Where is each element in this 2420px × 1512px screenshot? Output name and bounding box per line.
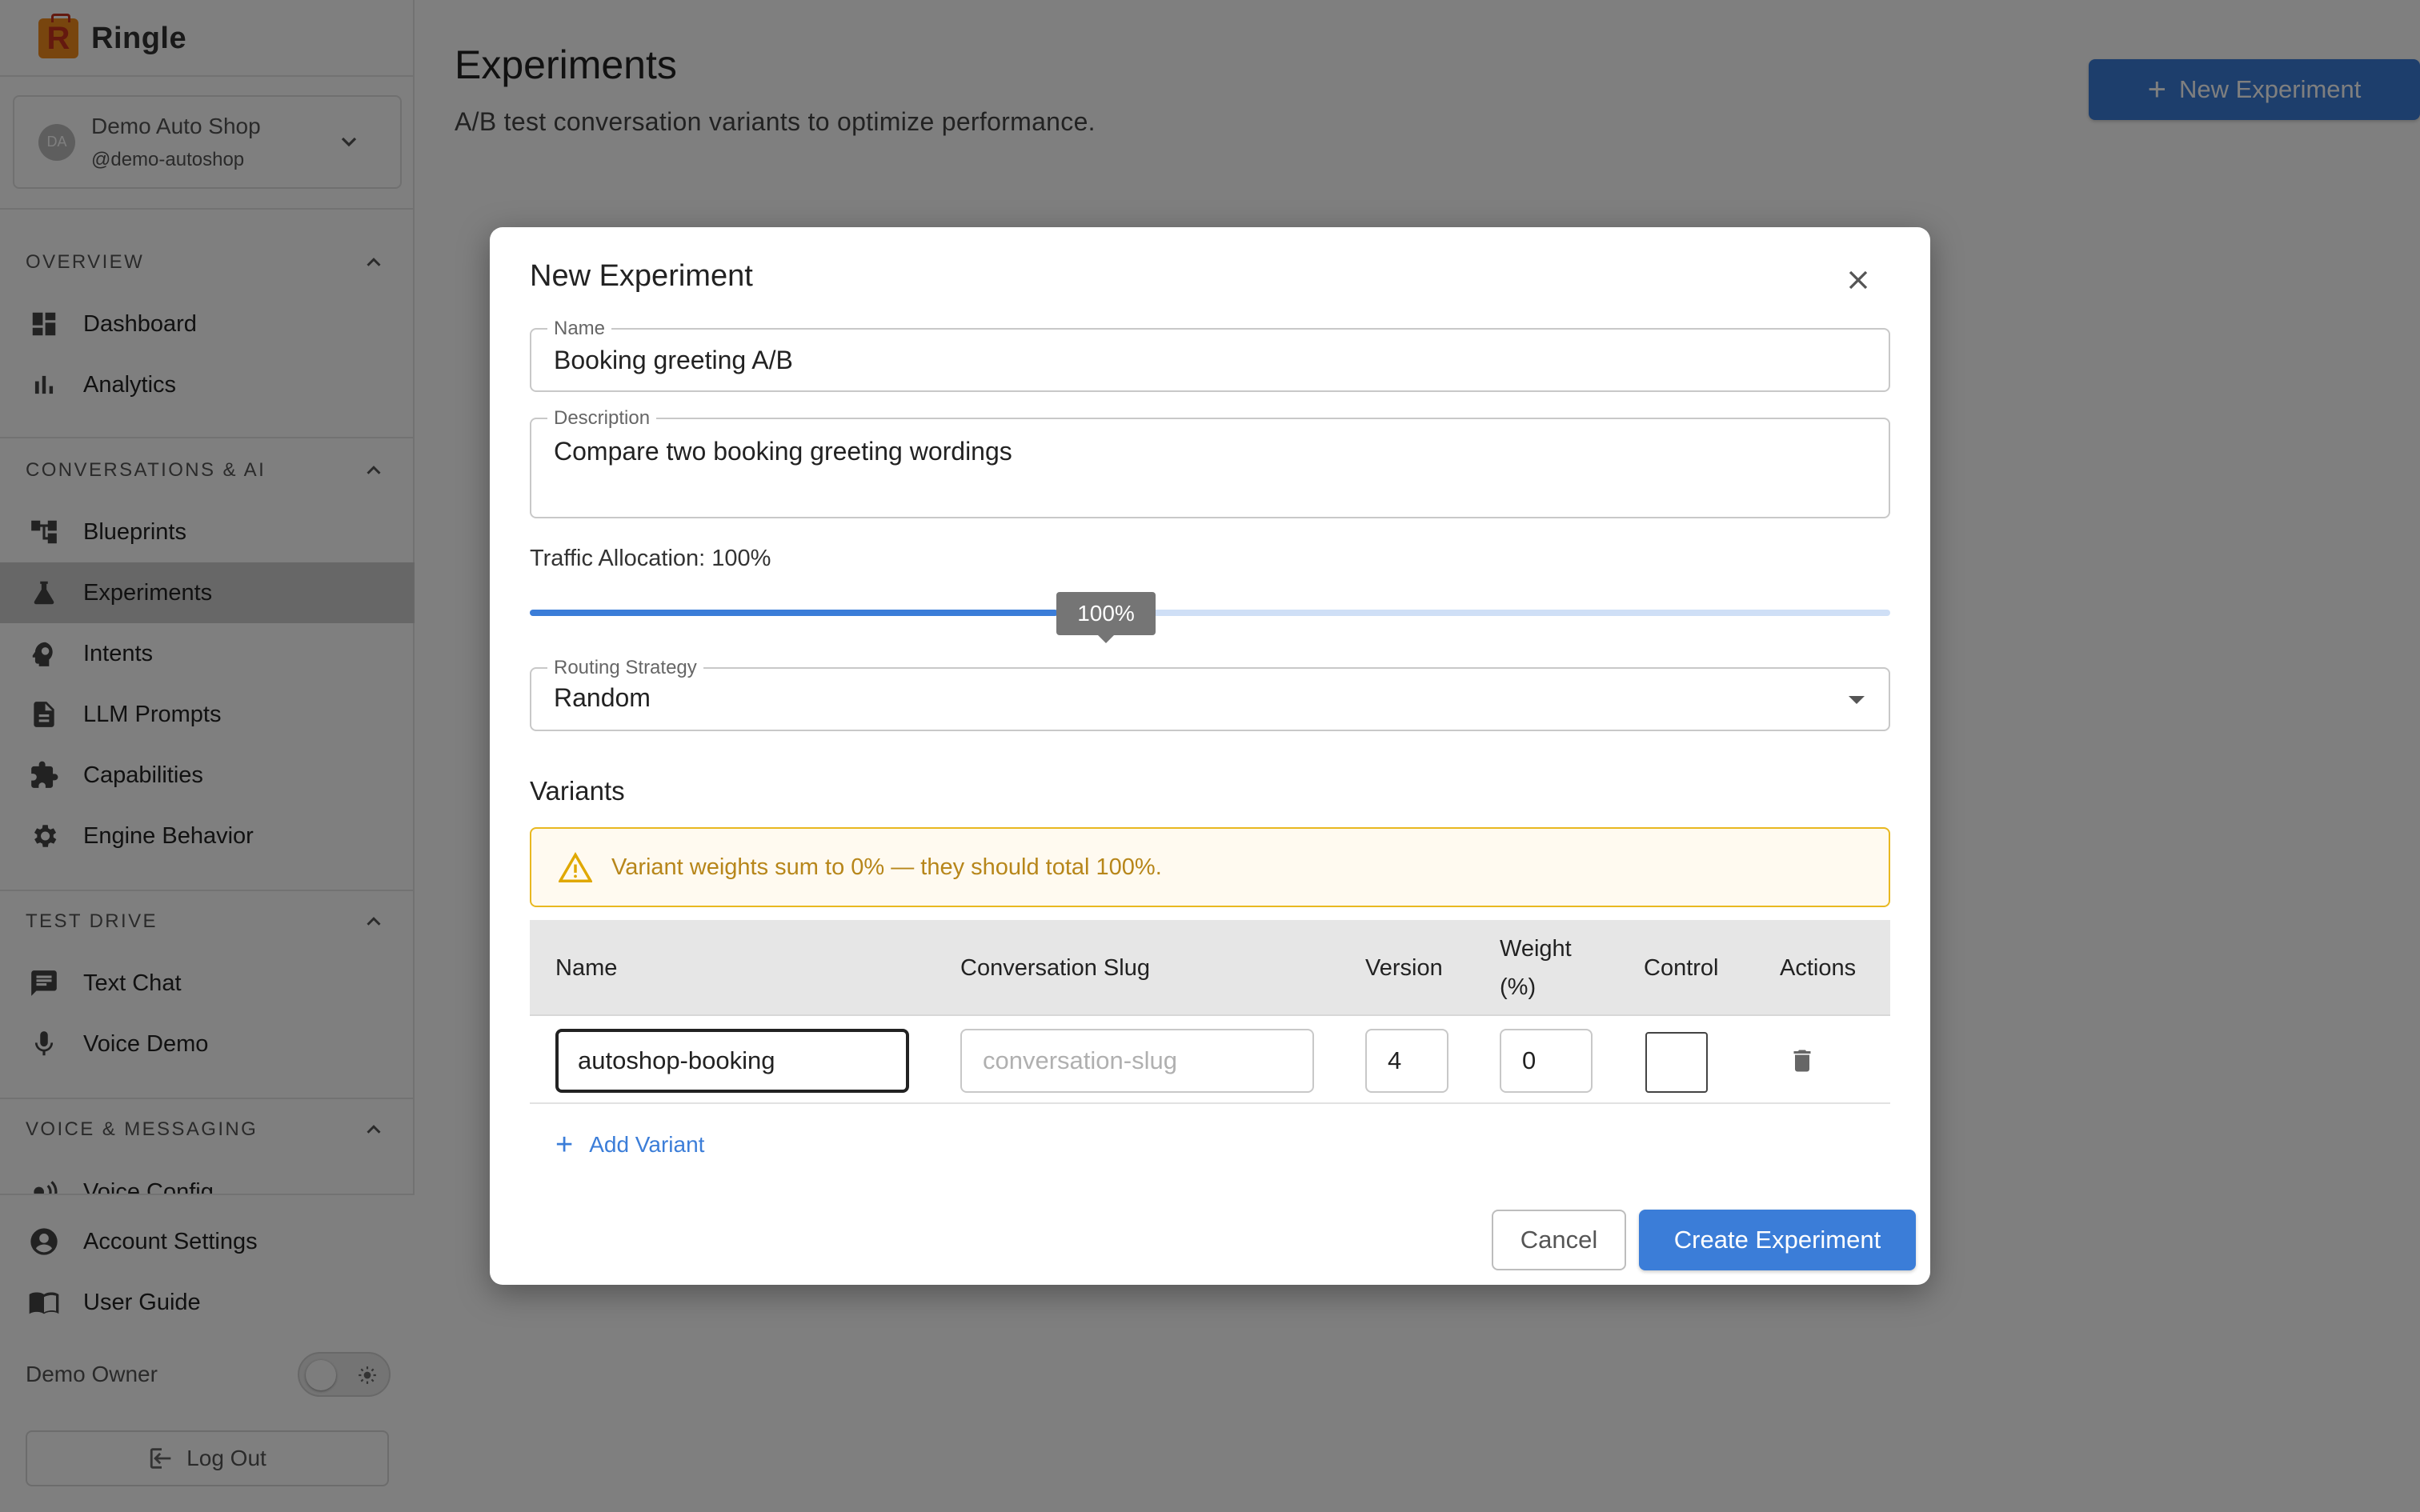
description-field[interactable]: Description Compare two booking greeting… bbox=[530, 408, 1890, 518]
column-header-slug: Conversation Slug bbox=[960, 955, 1150, 981]
version-input[interactable]: 4 bbox=[1365, 1029, 1448, 1093]
dropdown-arrow-icon bbox=[1849, 696, 1865, 704]
column-header-actions: Actions bbox=[1780, 955, 1857, 981]
add-variant-button[interactable]: + Add Variant bbox=[555, 1130, 704, 1160]
description-input[interactable]: Compare two booking greeting wordings bbox=[554, 437, 1012, 466]
traffic-allocation-label: Traffic Allocation: 100% bbox=[530, 546, 771, 571]
column-header-version: Version bbox=[1365, 955, 1443, 981]
variants-title: Variants bbox=[530, 776, 625, 806]
traffic-slider-tooltip: 100% bbox=[1056, 592, 1156, 643]
routing-strategy-label: Routing Strategy bbox=[547, 658, 703, 678]
dialog-title: New Experiment bbox=[530, 259, 753, 293]
create-experiment-button[interactable]: Create Experiment bbox=[1639, 1210, 1916, 1270]
table-header: Name Conversation Slug Version Weight (%… bbox=[530, 920, 1890, 1016]
description-field-label: Description bbox=[547, 408, 657, 429]
plus-icon: + bbox=[555, 1128, 574, 1162]
traffic-slider-fill bbox=[530, 610, 1058, 616]
table-row: autoshop-booking conversation-slug 4 0 bbox=[530, 1018, 1890, 1104]
column-header-control: Control bbox=[1644, 955, 1719, 981]
name-input[interactable]: Booking greeting A/B bbox=[554, 346, 793, 375]
traffic-slider[interactable] bbox=[530, 610, 1890, 616]
column-header-name: Name bbox=[555, 955, 618, 981]
variant-name-input[interactable]: autoshop-booking bbox=[555, 1029, 909, 1093]
cancel-button[interactable]: Cancel bbox=[1492, 1210, 1626, 1270]
weight-warning-alert: Variant weights sum to 0% — they should … bbox=[530, 827, 1890, 907]
conversation-slug-input[interactable]: conversation-slug bbox=[960, 1029, 1314, 1093]
weight-input[interactable]: 0 bbox=[1500, 1029, 1593, 1093]
name-field-label: Name bbox=[547, 318, 612, 339]
warning-icon bbox=[559, 852, 592, 882]
column-header-weight: Weight (%) bbox=[1500, 936, 1572, 1000]
trash-icon[interactable] bbox=[1788, 1046, 1817, 1075]
routing-strategy-select[interactable]: Routing Strategy Random bbox=[530, 658, 1890, 731]
close-icon[interactable] bbox=[1842, 264, 1874, 296]
new-experiment-dialog: New Experiment Name Booking greeting A/B… bbox=[490, 227, 1930, 1285]
warning-text: Variant weights sum to 0% — they should … bbox=[611, 854, 1162, 880]
routing-strategy-value: Random bbox=[554, 683, 651, 712]
control-checkbox[interactable] bbox=[1645, 1032, 1708, 1093]
name-field[interactable]: Name Booking greeting A/B bbox=[530, 318, 1890, 392]
add-variant-label: Add Variant bbox=[589, 1132, 705, 1157]
